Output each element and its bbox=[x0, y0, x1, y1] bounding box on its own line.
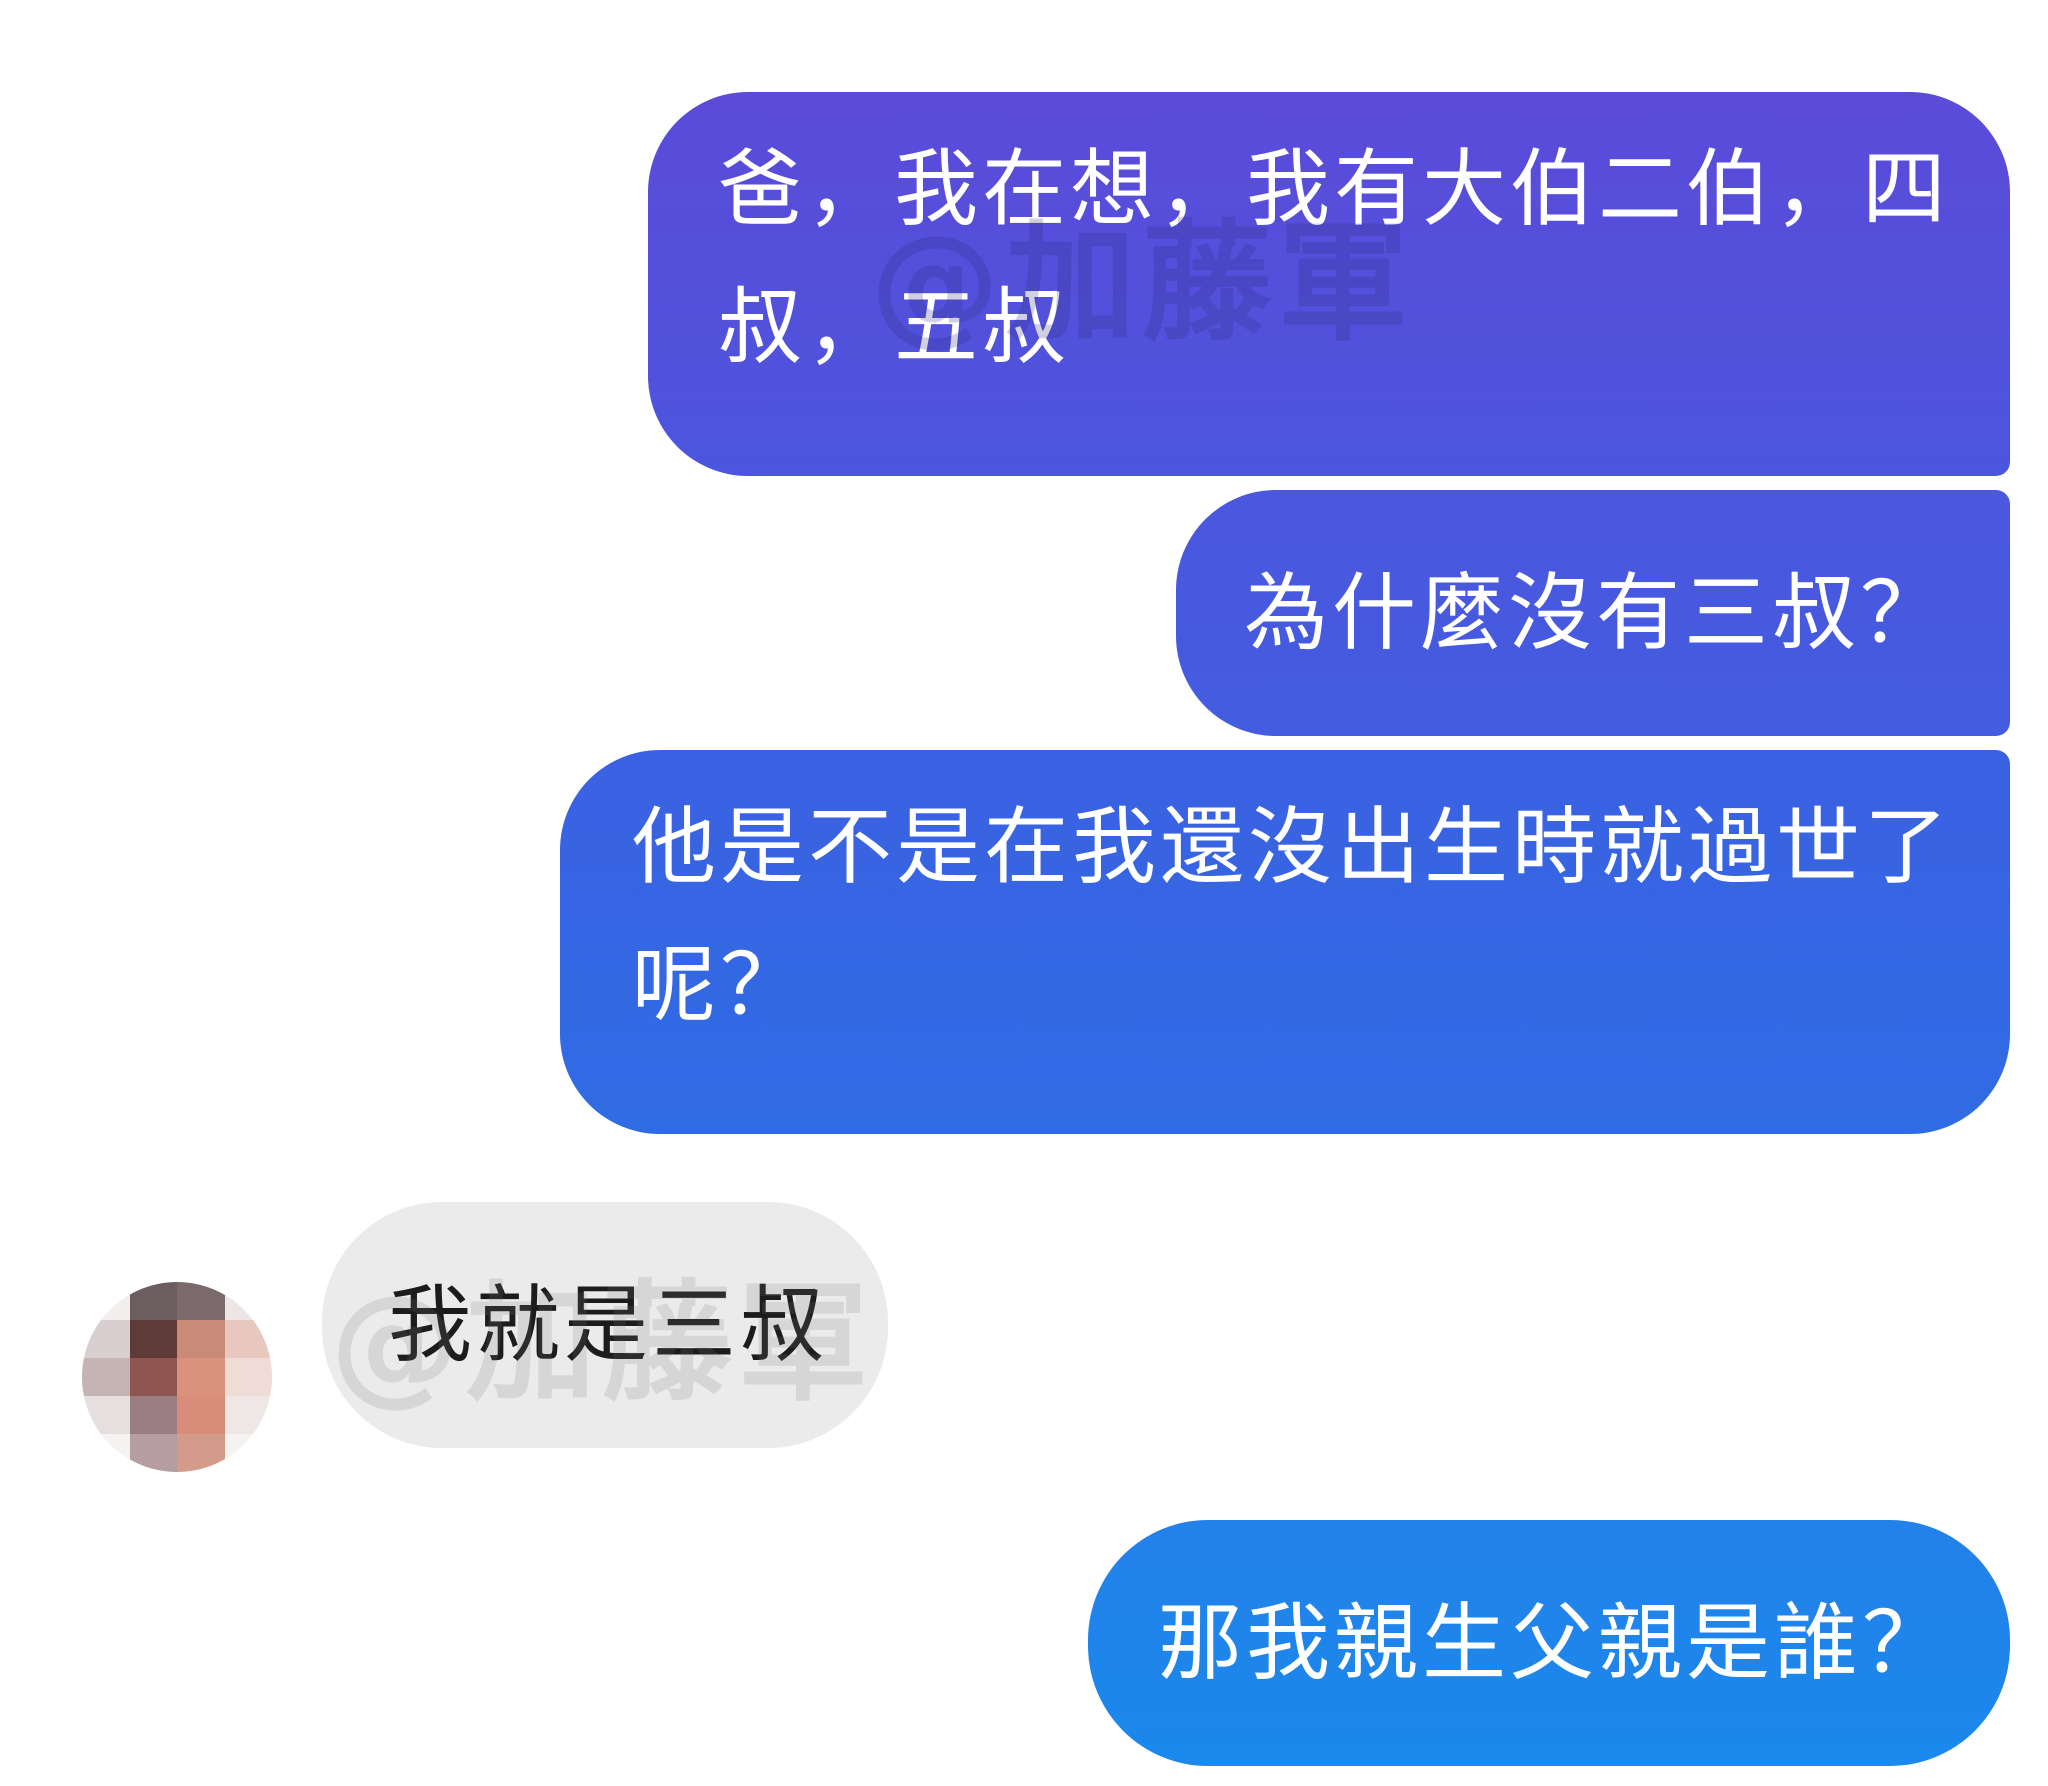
incoming-message-bubble[interactable]: 我就是三叔 bbox=[322, 1202, 888, 1448]
outgoing-message-bubble[interactable]: 他是不是在我還沒出生時就過世了呢？ bbox=[560, 750, 2010, 1134]
chat-thread: 爸，我在想，我有大伯二伯，四叔，五叔 @加藤軍 為什麼沒有三叔？ 他是不是在我還… bbox=[0, 0, 2048, 1786]
outgoing-message-bubble[interactable]: 為什麼沒有三叔？ bbox=[1176, 490, 2010, 736]
contact-avatar[interactable] bbox=[82, 1282, 272, 1472]
outgoing-message-bubble[interactable]: 爸，我在想，我有大伯二伯，四叔，五叔 bbox=[648, 92, 2010, 476]
outgoing-message-bubble[interactable]: 那我親生父親是誰？ bbox=[1088, 1520, 2010, 1766]
